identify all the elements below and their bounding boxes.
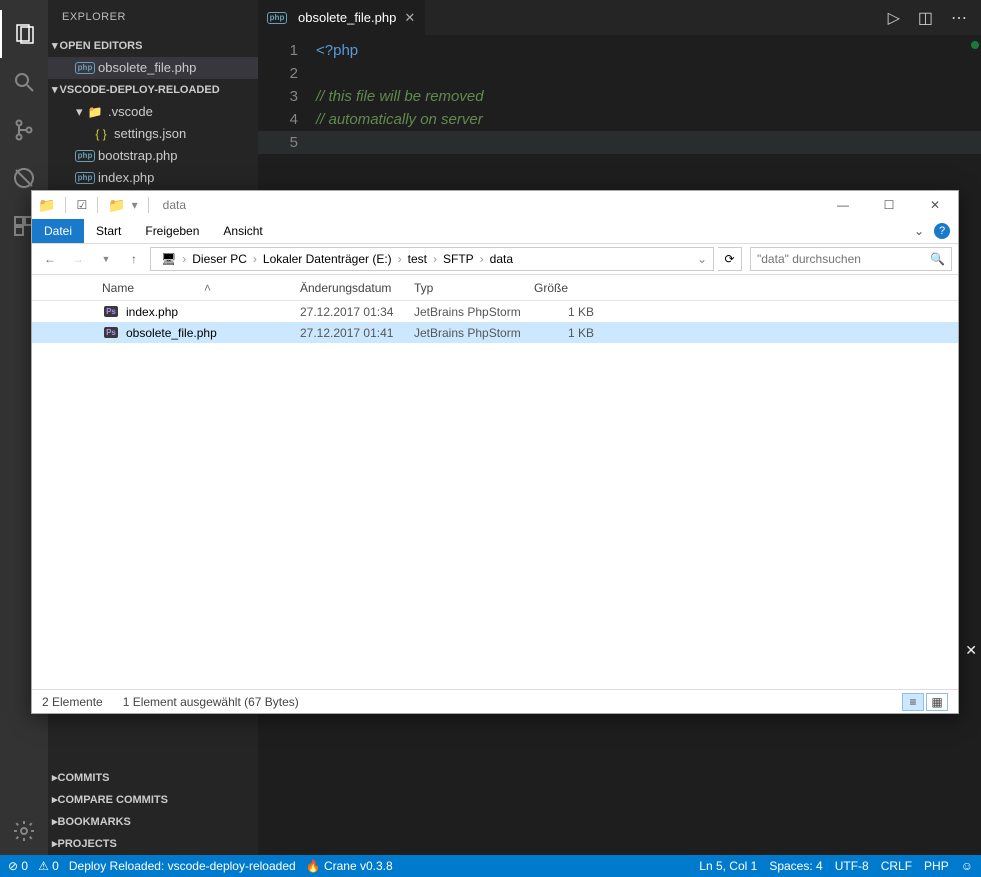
tree-folder-vscode[interactable]: ▾📁.vscode bbox=[48, 101, 258, 123]
section-bookmarks[interactable]: ▸BOOKMARKS bbox=[48, 811, 258, 833]
bc-item[interactable]: data bbox=[484, 252, 519, 266]
activity-explorer-icon[interactable] bbox=[0, 10, 48, 58]
nav-back-icon[interactable]: ← bbox=[38, 247, 62, 271]
breadcrumb-dropdown-icon[interactable]: ⌄ bbox=[697, 252, 713, 266]
section-projects[interactable]: ▸PROJECTS bbox=[48, 833, 258, 855]
php-icon: php bbox=[76, 172, 94, 184]
tree-file-index[interactable]: phpindex.php bbox=[48, 167, 258, 189]
file-explorer-window: 📁 ☑ 📁 ▾ data — ☐ ✕ Datei Start Freigeben… bbox=[31, 190, 959, 714]
status-position[interactable]: Ln 5, Col 1 bbox=[699, 859, 757, 873]
status-eol[interactable]: CRLF bbox=[881, 859, 912, 873]
view-icons-icon[interactable]: ▦ bbox=[926, 693, 948, 711]
file-icon: Ps bbox=[102, 325, 120, 341]
code-editor[interactable]: 1<?php 2 3// this file will be removed 4… bbox=[258, 35, 981, 154]
activity-search-icon[interactable] bbox=[0, 58, 48, 106]
file-row[interactable]: Psindex.php27.12.2017 01:34JetBrains Php… bbox=[32, 301, 958, 322]
maximize-button[interactable]: ☐ bbox=[866, 191, 912, 219]
activity-settings-icon[interactable] bbox=[0, 807, 48, 855]
section-open-editors[interactable]: ▾OPEN EDITORS bbox=[48, 35, 258, 57]
nav-up-icon[interactable]: ↑ bbox=[122, 247, 146, 271]
more-icon[interactable]: ⋯ bbox=[951, 8, 967, 28]
nav-recent-icon[interactable]: ▼ bbox=[94, 247, 118, 271]
view-details-icon[interactable]: ≡ bbox=[902, 693, 924, 711]
section-compare-commits[interactable]: ▸COMPARE COMMITS bbox=[48, 789, 258, 811]
editor-tab-obsolete[interactable]: php obsolete_file.php ✕ bbox=[258, 0, 425, 35]
status-encoding[interactable]: UTF-8 bbox=[835, 859, 869, 873]
section-commits[interactable]: ▸COMMITS bbox=[48, 767, 258, 789]
bc-item[interactable]: SFTP bbox=[437, 252, 480, 266]
search-input[interactable] bbox=[757, 252, 930, 266]
breadcrumb[interactable]: 🖥› Dieser PC› Lokaler Datenträger (E:)› … bbox=[150, 247, 714, 271]
status-count: 2 Elemente bbox=[42, 695, 103, 709]
ribbon-tab-view[interactable]: Ansicht bbox=[211, 219, 274, 243]
editor-tabs: php obsolete_file.php ✕ ▷ ◫ ⋯ bbox=[258, 0, 981, 35]
minimap-marker bbox=[971, 41, 979, 49]
status-selected: 1 Element ausgewählt (67 Bytes) bbox=[123, 695, 299, 709]
help-icon[interactable]: ? bbox=[934, 223, 950, 239]
json-icon: { } bbox=[92, 123, 110, 145]
file-row[interactable]: Psobsolete_file.php27.12.2017 01:41JetBr… bbox=[32, 322, 958, 343]
folder-icon: 📁 bbox=[108, 197, 125, 214]
run-icon[interactable]: ▷ bbox=[888, 8, 900, 28]
status-lang[interactable]: PHP bbox=[924, 859, 949, 873]
refresh-icon[interactable]: ⟳ bbox=[718, 247, 742, 271]
ribbon-tab-start[interactable]: Start bbox=[84, 219, 133, 243]
status-feedback-icon[interactable]: ☺ bbox=[961, 859, 973, 873]
explorer-statusbar: 2 Elemente 1 Element ausgewählt (67 Byte… bbox=[32, 689, 958, 713]
close-button[interactable]: ✕ bbox=[912, 191, 958, 219]
file-icon: Ps bbox=[102, 304, 120, 320]
file-list: Psindex.php27.12.2017 01:34JetBrains Php… bbox=[32, 301, 958, 343]
php-icon: php bbox=[268, 12, 286, 24]
bc-pc-icon[interactable]: 🖥 bbox=[155, 252, 182, 266]
vscode-statusbar: ⊘ 0 ⚠ 0 Deploy Reloaded: vscode-deploy-r… bbox=[0, 855, 981, 877]
php-icon: php bbox=[76, 150, 94, 162]
open-editor-file[interactable]: php obsolete_file.php bbox=[48, 57, 258, 79]
ribbon-tab-file[interactable]: Datei bbox=[32, 219, 84, 243]
status-spaces[interactable]: Spaces: 4 bbox=[769, 859, 822, 873]
tree-file-settings[interactable]: { }settings.json bbox=[48, 123, 258, 145]
section-project[interactable]: ▾VSCODE-DEPLOY-RELOADED bbox=[48, 79, 258, 101]
expand-ribbon-icon[interactable]: ⌄ bbox=[914, 224, 924, 238]
bc-item[interactable]: test bbox=[402, 252, 433, 266]
bc-item[interactable]: Dieser PC bbox=[186, 252, 253, 266]
php-icon: php bbox=[76, 62, 94, 74]
status-deploy[interactable]: Deploy Reloaded: vscode-deploy-reloaded bbox=[69, 859, 296, 873]
folder-icon: 📁 bbox=[86, 101, 104, 123]
sort-icon: ˄ bbox=[204, 281, 211, 295]
close-icon[interactable]: ✕ bbox=[965, 642, 977, 659]
folder-icon: 📁 bbox=[38, 197, 55, 214]
ribbon: Datei Start Freigeben Ansicht ⌄? bbox=[32, 219, 958, 243]
sidebar-title: EXPLORER bbox=[48, 0, 258, 35]
search-box[interactable]: 🔍 bbox=[750, 247, 952, 271]
status-errors[interactable]: ⊘ 0 bbox=[8, 859, 28, 873]
window-title: data bbox=[163, 198, 186, 212]
activity-git-icon[interactable] bbox=[0, 106, 48, 154]
bc-item[interactable]: Lokaler Datenträger (E:) bbox=[257, 252, 398, 266]
minimize-button[interactable]: — bbox=[820, 191, 866, 219]
status-crane[interactable]: 🔥 Crane v0.3.8 bbox=[306, 859, 393, 873]
ribbon-tab-share[interactable]: Freigeben bbox=[133, 219, 211, 243]
qa-check-icon[interactable]: ☑ bbox=[76, 198, 87, 212]
nav-toolbar: ← → ▼ ↑ 🖥› Dieser PC› Lokaler Datenträge… bbox=[32, 243, 958, 275]
tree-file-bootstrap[interactable]: phpbootstrap.php bbox=[48, 145, 258, 167]
column-headers[interactable]: Name˄ Änderungsdatum Typ Größe bbox=[32, 275, 958, 301]
nav-forward-icon[interactable]: → bbox=[66, 247, 90, 271]
search-icon[interactable]: 🔍 bbox=[930, 252, 945, 266]
status-warnings[interactable]: ⚠ 0 bbox=[38, 859, 59, 873]
close-tab-icon[interactable]: ✕ bbox=[404, 10, 415, 26]
split-icon[interactable]: ◫ bbox=[918, 8, 933, 28]
window-titlebar[interactable]: 📁 ☑ 📁 ▾ data — ☐ ✕ bbox=[32, 191, 958, 219]
